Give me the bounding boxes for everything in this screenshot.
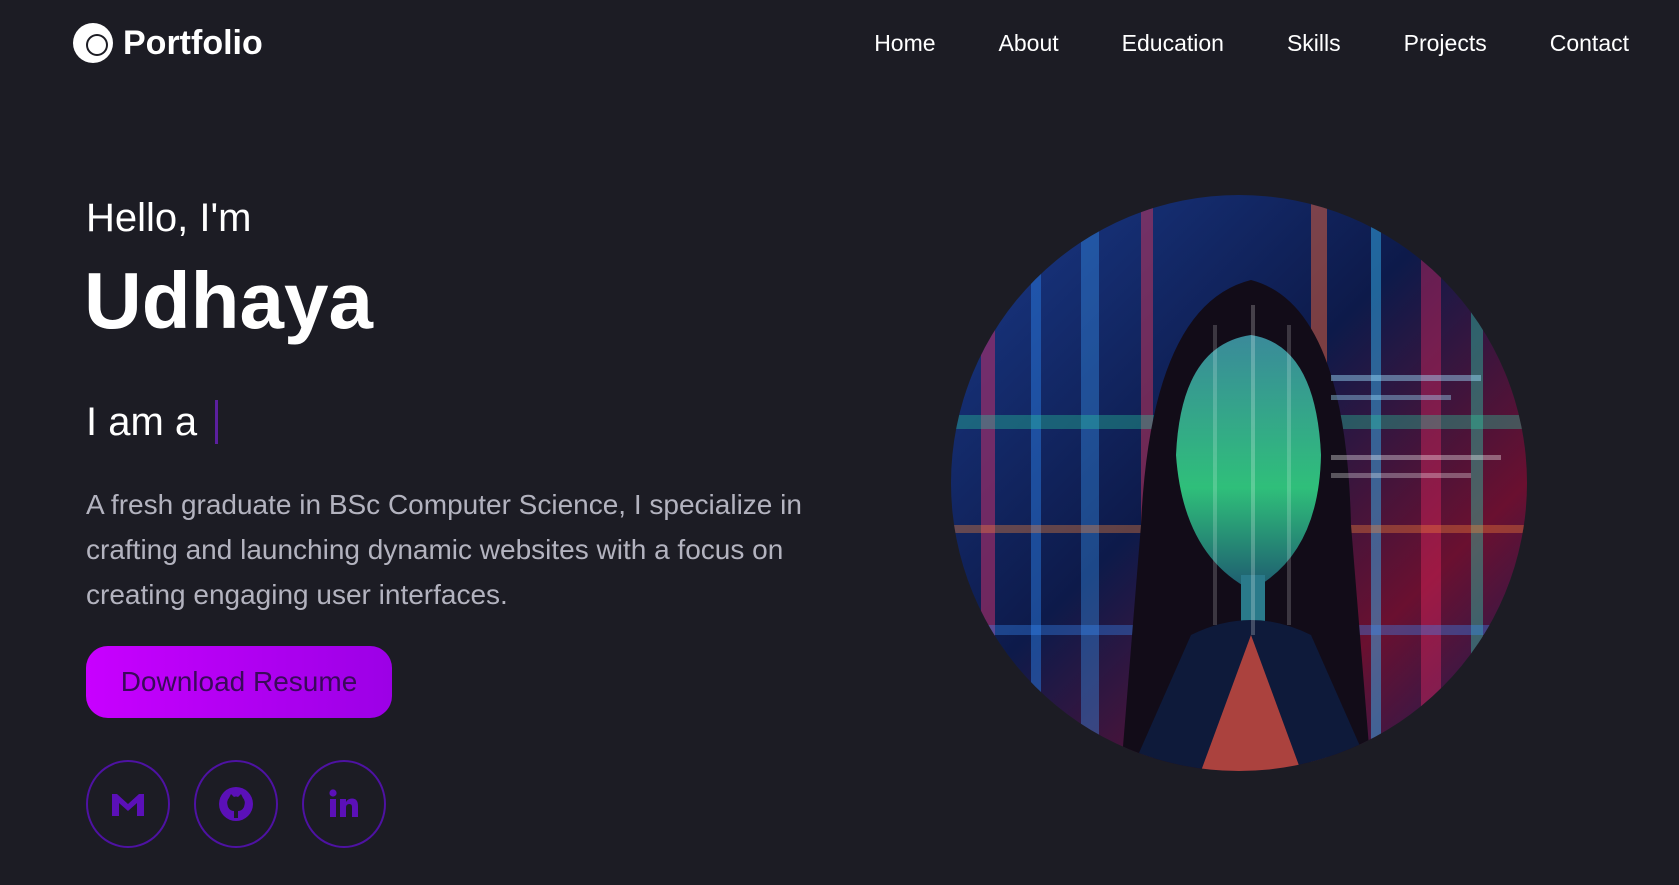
main-menu: Home About Education Skills Projects Con… (874, 26, 1629, 60)
role-prefix: I am a (86, 400, 198, 444)
gmail-link[interactable] (86, 760, 170, 848)
logo[interactable]: Portfolio (71, 20, 263, 66)
github-icon (219, 787, 253, 821)
nav-about[interactable]: About (999, 26, 1059, 60)
navbar: Portfolio Home About Education Skills Pr… (0, 0, 1679, 88)
circle-logo-icon (73, 23, 113, 63)
logo-text: Portfolio (123, 23, 263, 62)
profile-photo-art (951, 195, 1527, 771)
download-resume-button[interactable]: Download Resume (86, 646, 392, 718)
hero-name: Udhaya (84, 256, 373, 345)
nav-skills[interactable]: Skills (1287, 26, 1341, 60)
linkedin-link[interactable] (302, 760, 386, 848)
gmail-icon (112, 794, 144, 816)
hero-description: A fresh graduate in BSc Computer Science… (86, 489, 802, 610)
nav-education[interactable]: Education (1122, 26, 1224, 60)
linkedin-icon (329, 789, 358, 817)
greeting: Hello, I'm (86, 196, 252, 240)
social-links (86, 760, 386, 848)
nav-contact[interactable]: Contact (1550, 26, 1629, 60)
github-link[interactable] (194, 760, 278, 848)
nav-home[interactable]: Home (874, 26, 935, 60)
profile-photo (951, 195, 1527, 771)
hero-intro: Hello, I'm Udhaya I am a A fresh graduat… (84, 190, 866, 645)
nav-projects[interactable]: Projects (1404, 26, 1487, 60)
typed-role: I am a (86, 394, 866, 450)
typing-cursor (215, 400, 219, 444)
